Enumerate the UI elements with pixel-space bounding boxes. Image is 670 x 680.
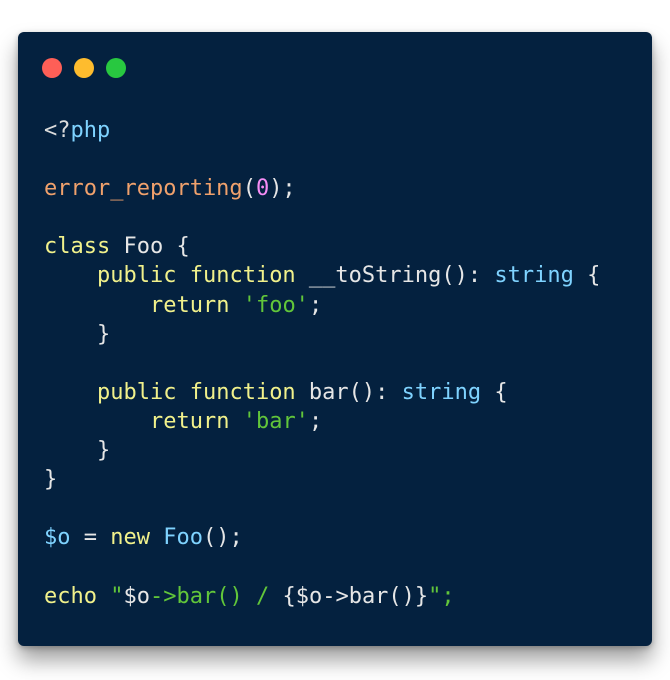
code-token-classname: Foo { bbox=[110, 234, 190, 260]
window-close-control[interactable] bbox=[42, 58, 62, 78]
code-token-tag: <? bbox=[44, 118, 71, 143]
code-token-default bbox=[176, 380, 189, 405]
code-token-punct: { bbox=[573, 263, 601, 289]
code-token-func_call: error_reporting bbox=[44, 176, 243, 202]
code-token-string: ->bar bbox=[149, 583, 217, 609]
code-token-string: / bbox=[242, 583, 283, 609]
code-token-keyword: public bbox=[96, 379, 177, 405]
code-line: class Foo { bbox=[44, 232, 600, 261]
code-token-punct: ); bbox=[269, 176, 296, 202]
code-token-punct: (); bbox=[202, 525, 243, 551]
code-token-default bbox=[44, 263, 97, 288]
code-block: <?php error_reporting(0); class Foo { publ… bbox=[44, 116, 600, 611]
code-token-punct: } bbox=[44, 467, 58, 493]
code-line: public function __toString(): string { bbox=[44, 261, 600, 290]
code-token-number: 0 bbox=[255, 176, 270, 202]
code-token-default: {$o->bar()} bbox=[282, 583, 429, 609]
code-line: } bbox=[44, 436, 600, 465]
code-token-type: Foo bbox=[150, 525, 203, 551]
code-token-method: bar(): bbox=[295, 379, 402, 405]
code-token-punct: = bbox=[70, 525, 111, 551]
code-token-punct: } bbox=[44, 321, 111, 347]
code-line: public function bar(): string { bbox=[44, 378, 600, 407]
code-token-default bbox=[176, 263, 189, 288]
code-line: $o = new Foo(); bbox=[44, 523, 600, 552]
code-token-default bbox=[44, 293, 150, 318]
code-line: <?php bbox=[44, 116, 600, 145]
code-token-string: " bbox=[110, 583, 124, 609]
code-line: } bbox=[44, 320, 600, 349]
code-token-keyword: function bbox=[189, 263, 296, 289]
code-token-punct: ( bbox=[242, 176, 256, 202]
code-token-string: "; bbox=[428, 583, 455, 609]
code-token-keyword: return bbox=[149, 408, 230, 434]
window-minimize-control[interactable] bbox=[74, 58, 94, 78]
code-token-default bbox=[97, 584, 110, 609]
code-token-type: string bbox=[401, 379, 482, 405]
code-token-default bbox=[229, 409, 242, 434]
code-token-default bbox=[229, 293, 242, 318]
code-token-punct: } bbox=[44, 438, 111, 464]
code-token-string: 'bar' bbox=[242, 408, 309, 434]
code-line: error_reporting(0); bbox=[44, 174, 600, 203]
code-token-keyword: echo bbox=[44, 583, 97, 609]
code-token-default bbox=[44, 409, 150, 434]
code-window: <?php error_reporting(0); class Foo { publ… bbox=[18, 32, 652, 646]
code-token-punct: { bbox=[481, 379, 508, 405]
window-zoom-control[interactable] bbox=[106, 58, 126, 78]
code-token-string: () bbox=[216, 583, 243, 609]
code-token-method: __toString(): bbox=[295, 263, 495, 289]
code-token-keyword: public bbox=[96, 263, 177, 289]
code-line: return 'bar'; bbox=[44, 407, 600, 436]
code-line: return 'foo'; bbox=[44, 291, 600, 320]
code-line: } bbox=[44, 465, 600, 494]
code-token-variable: $o bbox=[44, 525, 71, 551]
code-token-type: string bbox=[494, 263, 574, 289]
code-token-default bbox=[44, 380, 97, 405]
code-token-punct: ; bbox=[308, 408, 323, 434]
code-token-string: 'foo' bbox=[242, 292, 309, 318]
code-token-punct: ; bbox=[308, 292, 323, 318]
code-token-keyword: new bbox=[110, 525, 150, 551]
code-token-keyword: class bbox=[44, 234, 111, 260]
code-token-default: $o bbox=[123, 583, 150, 609]
code-token-keyword: function bbox=[189, 379, 296, 405]
code-token-php: php bbox=[70, 118, 111, 143]
code-token-keyword: return bbox=[149, 292, 230, 318]
code-line: echo "$o->bar() / {$o->bar()}"; bbox=[44, 582, 600, 611]
